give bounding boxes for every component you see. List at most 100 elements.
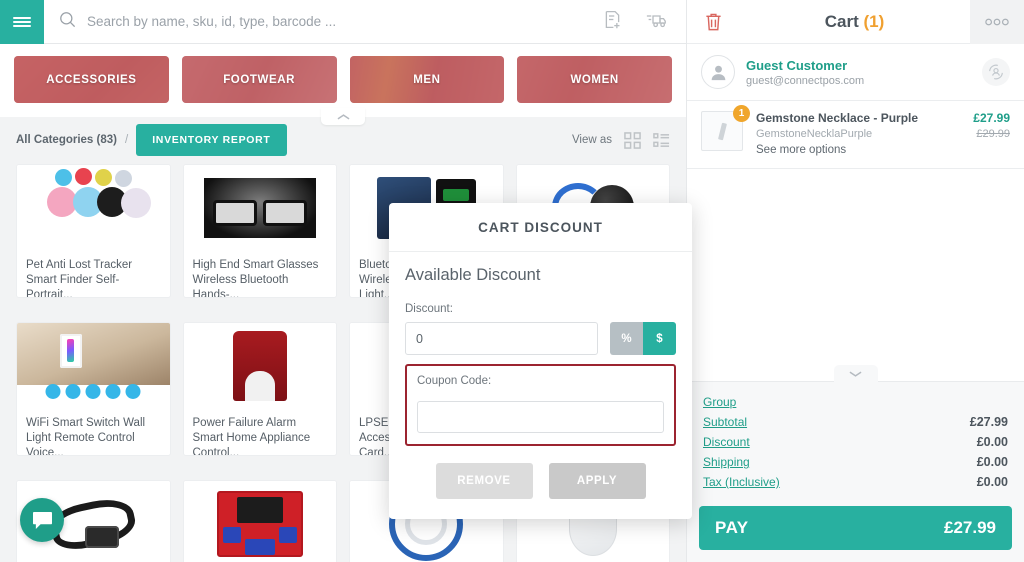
remove-discount-button[interactable]: REMOVE [435,463,533,499]
category-tabs: ACCESSORIES FOOTWEAR MEN WOMEN [0,44,686,117]
create-order-icon[interactable] [602,9,623,35]
list-view-icon[interactable] [653,132,670,149]
customer-row[interactable]: Guest Customer guest@connectpos.com [687,44,1024,101]
product-image [183,481,336,562]
category-tab-footwear[interactable]: FOOTWEAR [181,56,337,103]
cart-item-count: (1) [863,11,885,31]
totals-row-group: Group [703,392,1008,412]
line-item-price-block: £27.99 £29.99 [965,111,1010,156]
totals-label[interactable]: Tax (Inclusive) [703,475,780,489]
product-image [183,165,336,251]
category-label: FOOTWEAR [223,73,296,86]
customer-name[interactable]: Guest Customer [746,58,982,73]
pay-button-label: PAY [715,518,749,537]
line-item-info: Gemstone Necklace - Purple GemstoneNeckl… [756,111,965,156]
customer-info: Guest Customer guest@connectpos.com [746,58,982,87]
line-item-sku: GemstoneNecklaPurple [756,128,873,140]
view-as-controls: View as [571,131,670,149]
pay-button-amount: £27.99 [944,518,996,537]
modal-body: Available Discount Discount: % $ Coupon … [389,252,692,446]
top-bar [0,0,686,44]
grid-view-icon[interactable] [624,131,641,149]
product-card[interactable]: High End Smart Glasses Wireless Bluetoot… [182,164,337,298]
coupon-code-input[interactable] [417,401,664,433]
category-tab-men[interactable]: MEN [349,56,505,103]
top-bar-actions [602,9,686,35]
cart-title-text: Cart [824,11,859,31]
product-name: Power Failure Alarm Smart Home Appliance… [192,417,311,455]
quantity-badge: 1 [733,105,750,122]
product-name: High End Smart Glasses Wireless Bluetoot… [192,259,319,297]
totals-label[interactable]: Subtotal [703,415,747,429]
breadcrumb-all-categories[interactable]: All Categories (83) [16,134,117,146]
collapse-totals-button[interactable] [833,365,878,382]
product-image [17,323,170,409]
coupon-code-section: Coupon Code: [405,364,676,446]
line-item-original-price: £29.99 [976,128,1010,140]
available-discount-heading: Available Discount [405,266,541,284]
line-item-price: £27.99 [973,111,1010,125]
apply-discount-button[interactable]: APPLY [548,463,646,499]
pay-button[interactable]: PAY £27.99 [699,506,1012,550]
totals-row-subtotal: Subtotal £27.99 [703,412,1008,432]
inventory-report-button[interactable]: INVENTORY REPORT [136,124,287,156]
coupon-code-label: Coupon Code: [417,375,492,387]
category-label: MEN [413,73,441,86]
more-options-icon[interactable] [970,0,1024,44]
cart-totals-section: Group Subtotal £27.99 Discount £0.00 Shi… [687,365,1024,562]
line-item-name: Gemstone Necklace - Purple [756,111,919,125]
totals-value: £0.00 [976,475,1008,489]
totals-row-tax: Tax (Inclusive) £0.00 [703,472,1008,492]
search-input[interactable] [87,14,507,29]
totals-label[interactable]: Group [703,395,736,409]
discount-row: % $ [405,322,676,355]
product-image [183,323,336,409]
category-label: ACCESSORIES [46,73,137,86]
breadcrumb-separator: / [124,134,129,146]
totals-value: £0.00 [976,455,1008,469]
pos-app: ACCESSORIES FOOTWEAR MEN WOMEN [0,0,1024,562]
cart-header: Cart (1) [687,0,1024,44]
discount-currency-button[interactable]: $ [643,322,676,355]
discount-input[interactable] [405,322,598,355]
modal-actions: REMOVE APPLY [389,446,692,519]
modal-title: CART DISCOUNT [389,203,692,252]
cart-empty-space [687,169,1024,381]
category-label: WOMEN [570,73,619,86]
product-catalog-pane: ACCESSORIES FOOTWEAR MEN WOMEN [0,0,692,562]
collapse-categories-button[interactable] [321,108,365,125]
totals-row-shipping: Shipping £0.00 [703,452,1008,472]
totals-value: £27.99 [969,415,1008,429]
discount-percent-button[interactable]: % [610,322,643,355]
chevron-up-icon [337,108,350,126]
shipping-icon[interactable] [645,9,668,35]
product-thumbnail-icon: 1 [701,105,750,151]
category-tab-accessories[interactable]: ACCESSORIES [14,56,169,103]
chat-bubble-icon[interactable] [20,498,64,542]
cart-line-item[interactable]: 1 Gemstone Necklace - Purple GemstoneNec… [687,101,1024,169]
trash-icon[interactable] [687,12,739,32]
switch-customer-icon[interactable] [982,58,1010,86]
totals-label[interactable]: Shipping [703,455,750,469]
search-icon [58,10,77,34]
discount-type-toggle: % $ [610,322,676,355]
product-card[interactable]: Power Failure Alarm Smart Home Appliance… [182,322,337,456]
totals-value: £0.00 [976,435,1008,449]
product-name: WiFi Smart Switch Wall Light Remote Cont… [26,417,146,455]
totals-label[interactable]: Discount [703,435,750,449]
user-avatar-icon [701,55,735,89]
hamburger-menu-icon[interactable] [0,0,44,44]
product-name: Pet Anti Lost Tracker Smart Finder Self-… [26,259,133,297]
customer-email: guest@connectpos.com [746,74,865,87]
category-tab-women[interactable]: WOMEN [517,56,672,103]
see-more-options-link[interactable]: See more options [756,144,965,156]
cart-discount-modal: CART DISCOUNT Available Discount Discoun… [389,203,692,519]
totals-row-discount: Discount £0.00 [703,432,1008,452]
discount-label: Discount: [405,303,453,315]
product-card[interactable]: Pet Anti Lost Tracker Smart Finder Self-… [16,164,171,298]
product-image [17,165,170,251]
search-bar[interactable] [44,0,602,44]
product-card[interactable]: WiFi Smart Switch Wall Light Remote Cont… [16,322,171,456]
product-card[interactable]: L298N Motor Driver Module Controller Boa… [182,480,337,562]
view-as-label: View as [571,134,612,146]
